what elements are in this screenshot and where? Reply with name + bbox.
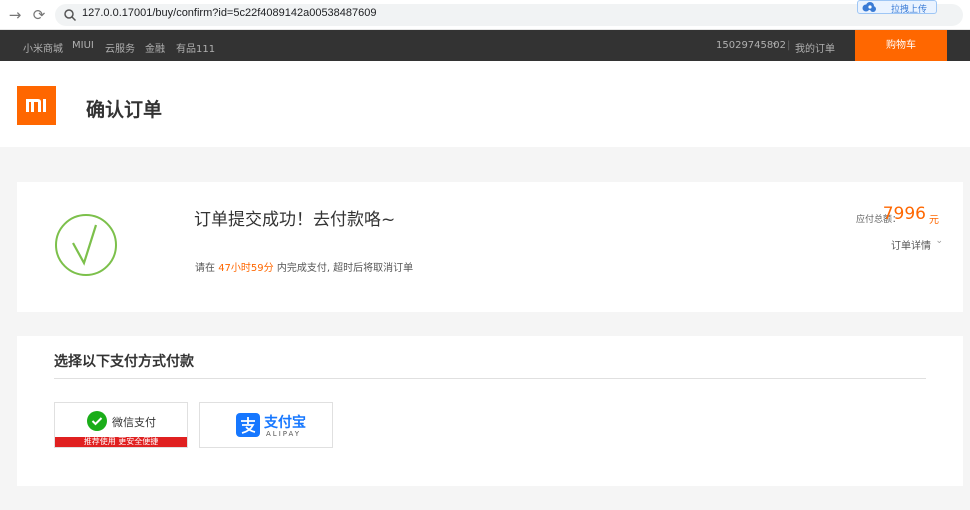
chevron-down-icon[interactable]: ⌄: [935, 236, 943, 246]
nav-separator: |: [787, 40, 791, 51]
cloud-icon: [862, 2, 876, 12]
payment-card: 选择以下支付方式付款 微信支付 推荐使用 更安全便捷 支付宝 ALIPAY: [17, 336, 963, 486]
deadline-suffix: 内完成支付, 超时后将取消订单: [276, 263, 414, 274]
search-icon: [64, 9, 77, 22]
alipay-english-label: ALIPAY: [266, 430, 302, 438]
page-title: 确认订单: [86, 99, 163, 121]
order-success-card: 订单提交成功！去付款咯~ 请在 47小时59分 内完成支付, 超时后将取消订单 …: [17, 182, 963, 312]
wechat-pay-label: 微信支付: [112, 416, 156, 429]
payment-deadline: 请在 47小时59分 内完成支付, 超时后将取消订单: [195, 259, 413, 274]
alipay-label: 支付宝: [264, 415, 306, 431]
order-detail-link[interactable]: 订单详情: [891, 237, 931, 252]
payment-title: 选择以下支付方式付款: [54, 354, 194, 370]
wechat-pay-button[interactable]: 微信支付 推荐使用 更安全便捷: [54, 402, 188, 448]
address-bar[interactable]: 127.0.0.17001/buy/confirm?id=5c22f408914…: [55, 4, 963, 26]
amount-unit: 元: [929, 215, 939, 226]
upload-extension-button[interactable]: 拉拽上传: [857, 0, 937, 15]
mi-logo[interactable]: [17, 86, 56, 125]
mi-logo-icon: [26, 99, 46, 112]
nav-link-cloud[interactable]: 云服务: [105, 40, 135, 55]
browser-bar: → ⟳ 127.0.0.17001/buy/confirm?id=5c22f40…: [0, 0, 970, 30]
reload-icon[interactable]: ⟳: [30, 6, 48, 24]
recommend-badge: 推荐使用 更安全便捷: [55, 437, 187, 447]
deadline-prefix: 请在: [195, 263, 215, 274]
top-nav-bar: 小米商城 MIUI 云服务 金融 有品111 15029745802 ⌄ | 我…: [0, 30, 970, 61]
cart-button[interactable]: 购物车: [855, 30, 947, 61]
success-check-icon: [55, 214, 117, 276]
nav-link-miui[interactable]: MIUI: [72, 40, 94, 51]
amount-value: 7996: [882, 204, 926, 224]
my-orders-link[interactable]: 我的订单: [795, 40, 835, 55]
page-header: 确认订单: [0, 61, 970, 147]
url-text: 127.0.0.17001/buy/confirm?id=5c22f408914…: [82, 7, 377, 19]
chevron-down-icon[interactable]: ⌄: [771, 38, 779, 48]
nav-link-finance[interactable]: 金融: [145, 40, 165, 55]
alipay-button[interactable]: 支付宝 ALIPAY: [199, 402, 333, 448]
deadline-time: 47小时59分: [218, 263, 274, 274]
nav-link-mi-store[interactable]: 小米商城: [23, 40, 63, 55]
success-title: 订单提交成功！去付款咯~: [194, 210, 396, 230]
nav-link-youpin[interactable]: 有品111: [176, 40, 215, 55]
alipay-icon: [236, 413, 260, 437]
wechat-icon: [87, 411, 107, 431]
upload-label: 拉拽上传: [891, 5, 928, 15]
divider: [54, 378, 926, 379]
forward-arrow-icon[interactable]: →: [6, 6, 24, 24]
